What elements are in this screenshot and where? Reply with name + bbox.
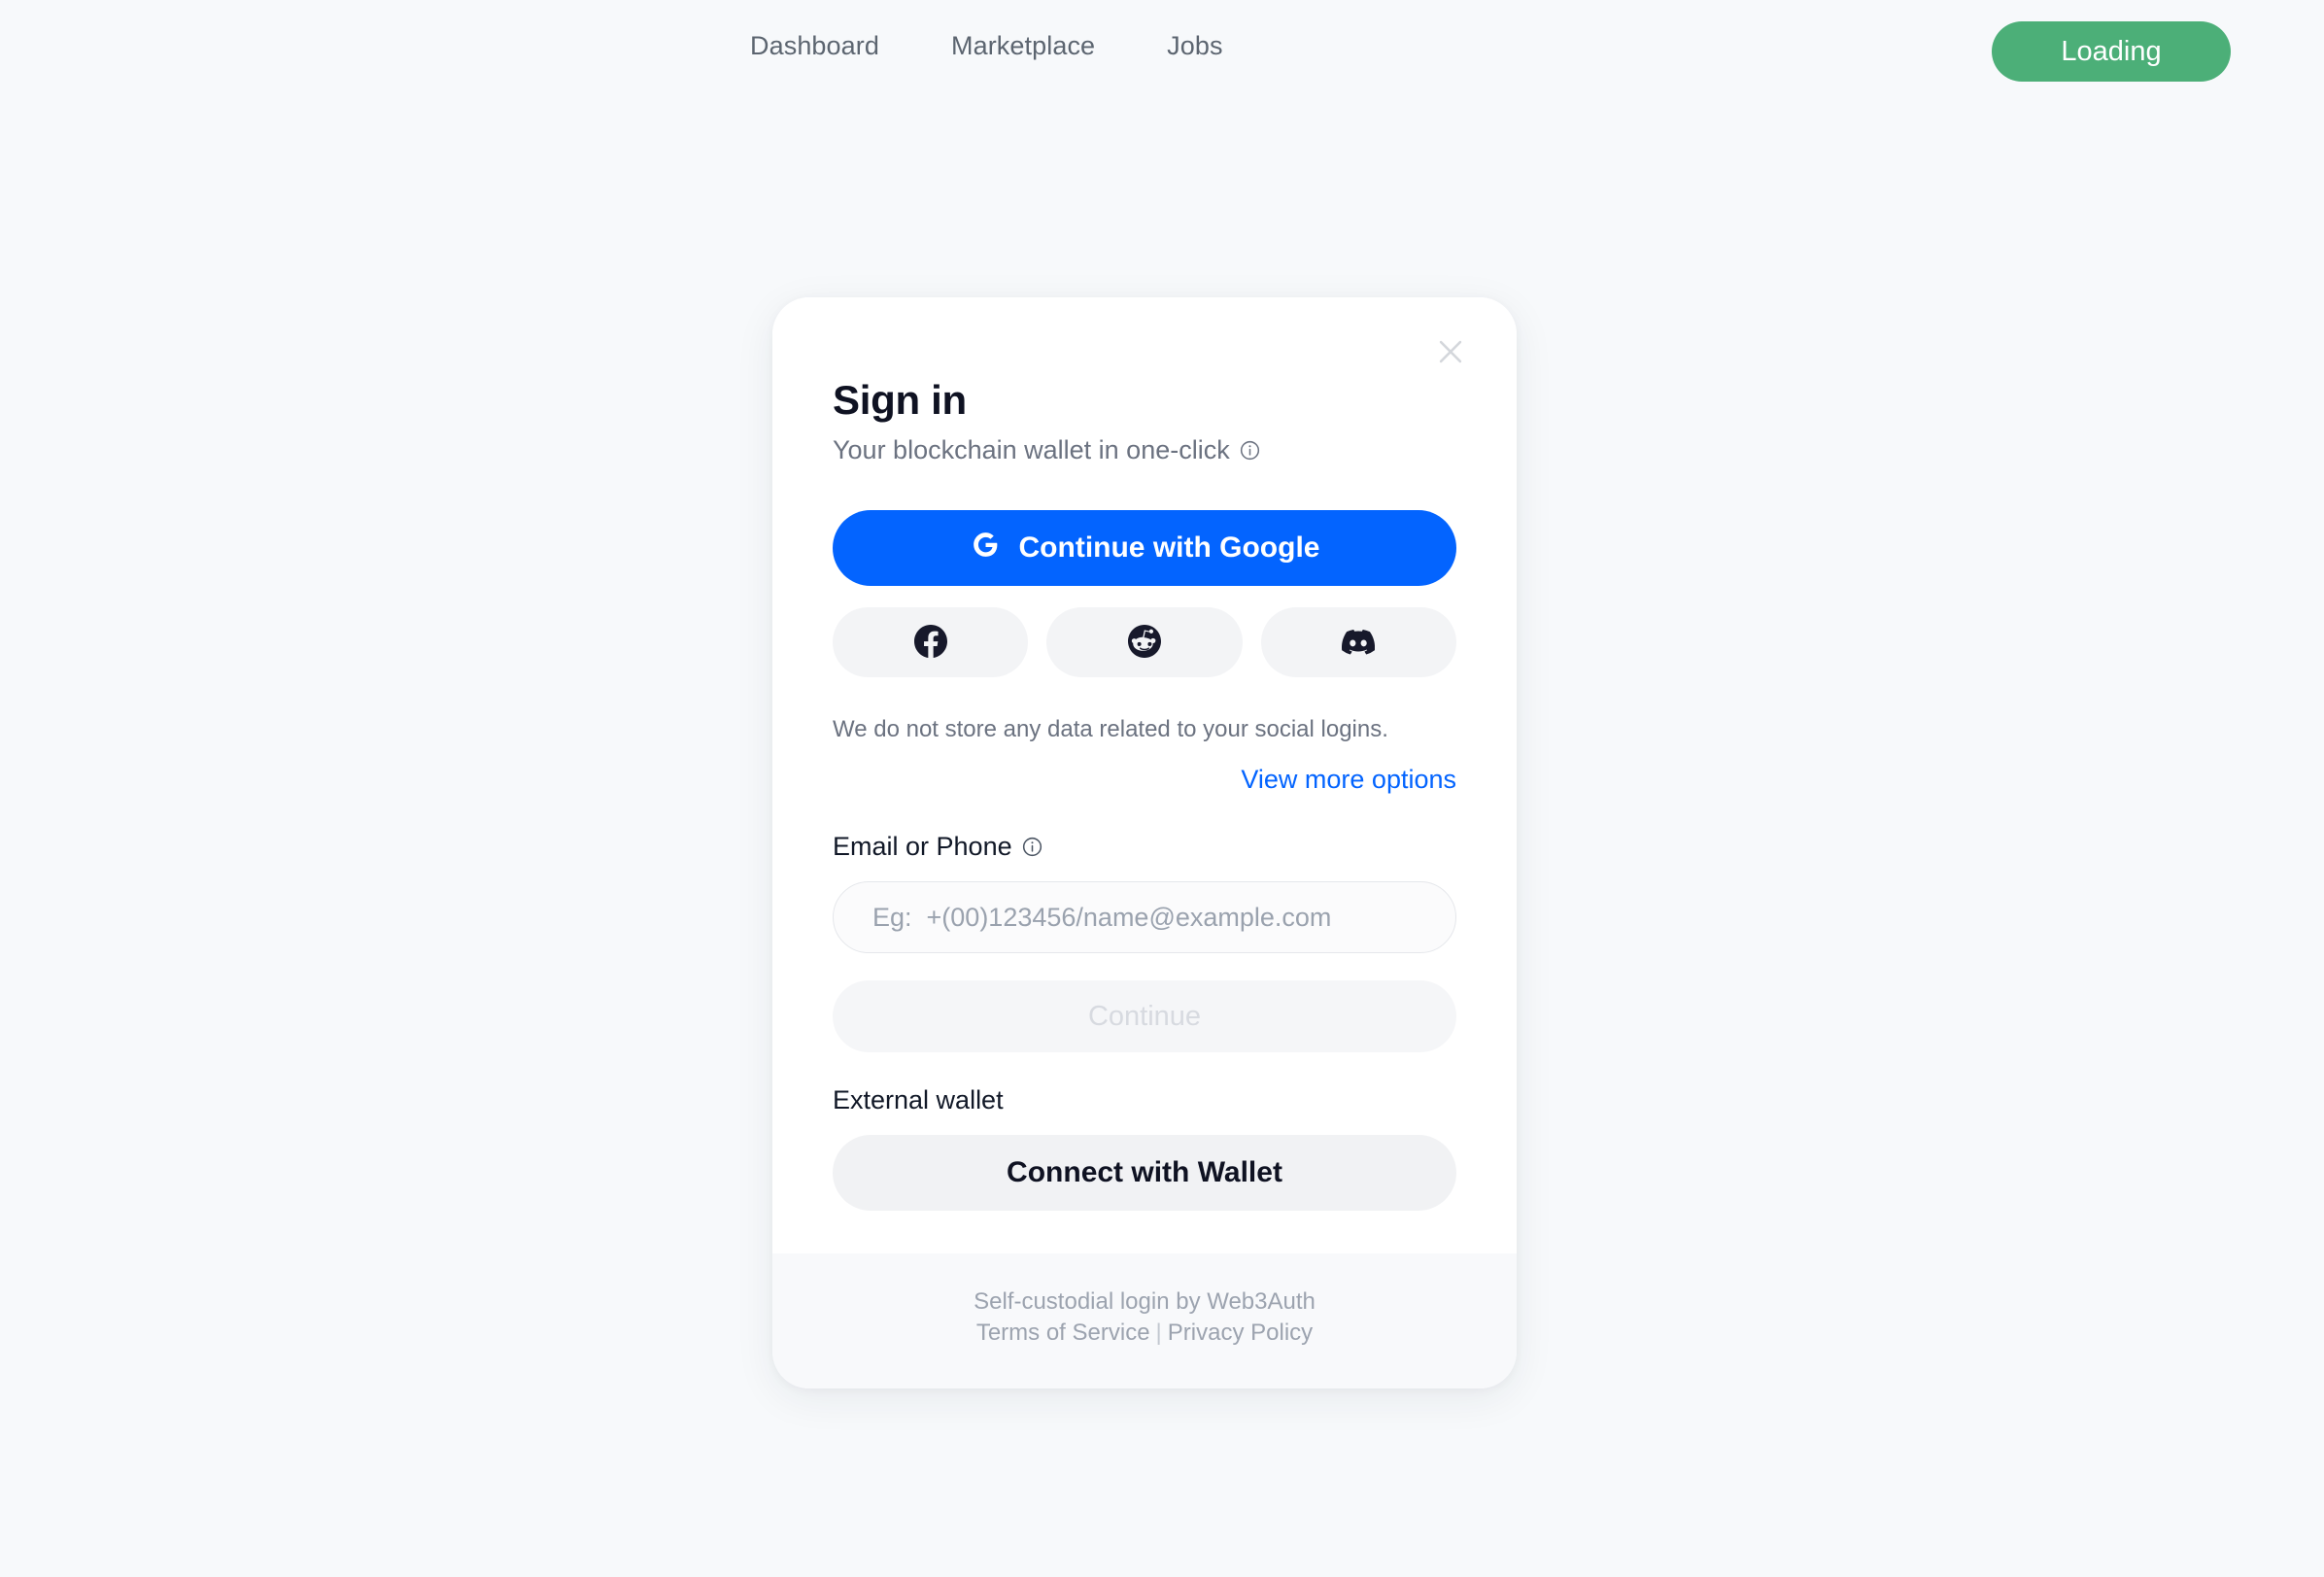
nav-link-marketplace[interactable]: Marketplace: [951, 31, 1095, 61]
view-more-options-link[interactable]: View more options: [1241, 765, 1456, 795]
nav-link-dashboard[interactable]: Dashboard: [750, 31, 879, 61]
facebook-icon: [913, 624, 947, 661]
modal-body: Sign in Your blockchain wallet in one-cl…: [772, 297, 1517, 1253]
reddit-login-button[interactable]: [1046, 607, 1243, 677]
terms-of-service-link[interactable]: Terms of Service: [976, 1320, 1150, 1346]
connect-with-wallet-button[interactable]: Connect with Wallet: [833, 1135, 1456, 1211]
view-more-options-row: View more options: [833, 765, 1456, 795]
external-wallet-label: External wallet: [833, 1085, 1004, 1114]
info-icon[interactable]: [1021, 836, 1043, 858]
close-icon: [1434, 335, 1467, 368]
email-or-phone-input[interactable]: [833, 881, 1456, 953]
modal-subtitle-text: Your blockchain wallet in one-click: [833, 435, 1230, 464]
top-navigation-bar: Dashboard Marketplace Jobs Loading: [0, 0, 2324, 101]
discord-login-button[interactable]: [1260, 607, 1456, 677]
nav-link-jobs[interactable]: Jobs: [1167, 31, 1222, 61]
modal-subtitle: Your blockchain wallet in one-click: [833, 435, 1456, 465]
modal-footer: Self-custodial login by Web3Auth Terms o…: [772, 1253, 1517, 1388]
page-title: Sign in: [833, 377, 967, 423]
continue-with-google-button[interactable]: Continue with Google: [833, 510, 1456, 586]
email-or-phone-label-text: Email or Phone: [833, 832, 1012, 861]
continue-with-google-label: Continue with Google: [1018, 531, 1320, 564]
discord-icon: [1342, 625, 1376, 661]
reddit-icon: [1127, 624, 1161, 661]
social-login-row: [833, 607, 1456, 677]
nav-links: Dashboard Marketplace Jobs: [750, 31, 1223, 61]
social-disclaimer: We do not store any data related to your…: [833, 716, 1388, 742]
loading-button[interactable]: Loading: [1992, 21, 2231, 82]
continue-button[interactable]: Continue: [833, 980, 1456, 1052]
footer-attribution: Self-custodial login by Web3Auth: [974, 1288, 1316, 1315]
privacy-policy-link[interactable]: Privacy Policy: [1168, 1320, 1313, 1346]
footer-separator: |: [1155, 1320, 1162, 1347]
info-icon[interactable]: [1239, 439, 1261, 462]
facebook-login-button[interactable]: [833, 607, 1029, 677]
close-button[interactable]: [1427, 328, 1474, 375]
footer-links: Terms of Service | Privacy Policy: [772, 1318, 1517, 1349]
sign-in-modal: Sign in Your blockchain wallet in one-cl…: [772, 297, 1517, 1388]
email-or-phone-label: Email or Phone: [833, 832, 1456, 862]
google-g-icon: [970, 529, 1002, 568]
